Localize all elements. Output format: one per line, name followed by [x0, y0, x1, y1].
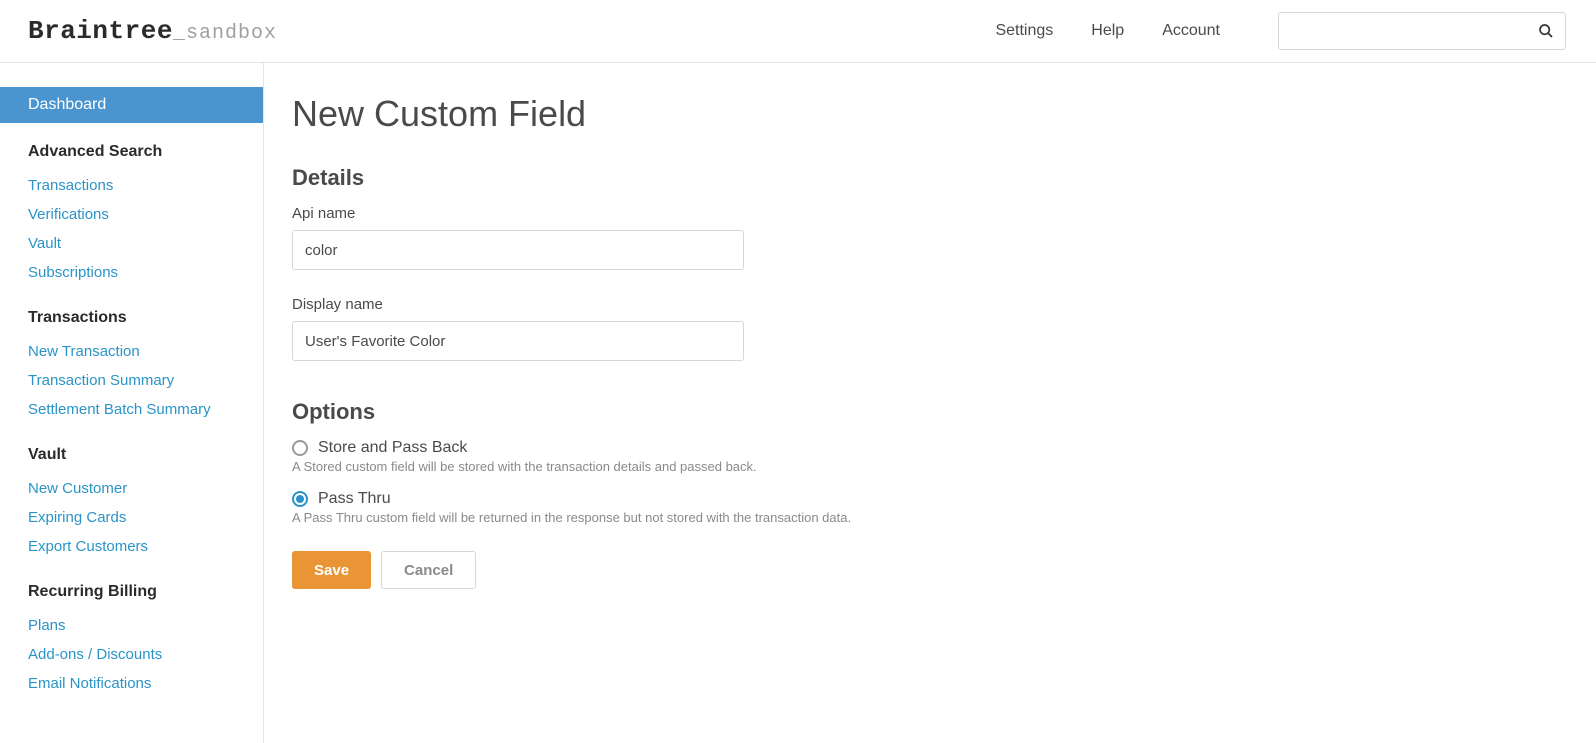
sidebar-item-transactions[interactable]: Transactions — [28, 171, 235, 200]
sidebar-item-transaction-summary[interactable]: Transaction Summary — [28, 366, 235, 395]
sidebar-item-new-customer[interactable]: New Customer — [28, 474, 235, 503]
options-section: Options Store and Pass Back A Stored cus… — [292, 399, 1566, 525]
body-row: Dashboard Advanced Search Transactions V… — [0, 63, 1596, 743]
sidebar-item-vault[interactable]: Vault — [28, 229, 235, 258]
api-name-label: Api name — [292, 205, 1566, 222]
field-display-name: Display name — [292, 296, 1566, 361]
top-nav: Settings Help Account — [995, 12, 1566, 50]
sidebar-group-title: Transactions — [28, 309, 235, 327]
radio-icon[interactable] — [292, 491, 308, 507]
radio-desc-store: A Stored custom field will be stored wit… — [292, 459, 1566, 474]
search-icon[interactable] — [1538, 23, 1554, 39]
radio-label: Pass Thru — [318, 490, 391, 508]
section-details-title: Details — [292, 165, 1566, 191]
display-name-input[interactable] — [292, 321, 744, 361]
sidebar-item-plans[interactable]: Plans — [28, 611, 235, 640]
sidebar: Dashboard Advanced Search Transactions V… — [0, 63, 264, 743]
search-input[interactable] — [1278, 12, 1566, 50]
search-wrap — [1278, 12, 1566, 50]
button-row: Save Cancel — [292, 551, 1566, 589]
sidebar-group-recurring-billing: Recurring Billing Plans Add-ons / Discou… — [0, 583, 263, 698]
section-options-title: Options — [292, 399, 1566, 425]
sidebar-group-title: Recurring Billing — [28, 583, 235, 601]
sidebar-item-export-customers[interactable]: Export Customers — [28, 532, 235, 561]
sidebar-item-email-notifications[interactable]: Email Notifications — [28, 669, 235, 698]
logo[interactable]: Braintree_sandbox — [28, 16, 277, 46]
sidebar-group-advanced-search: Advanced Search Transactions Verificatio… — [0, 143, 263, 287]
radio-desc-passthru: A Pass Thru custom field will be returne… — [292, 510, 1566, 525]
save-button[interactable]: Save — [292, 551, 371, 589]
nav-settings[interactable]: Settings — [995, 22, 1053, 40]
logo-suffix: _sandbox — [173, 22, 277, 45]
radio-store-and-pass-back[interactable]: Store and Pass Back — [292, 439, 1566, 457]
topbar: Braintree_sandbox Settings Help Account — [0, 0, 1596, 63]
sidebar-item-subscriptions[interactable]: Subscriptions — [28, 258, 235, 287]
sidebar-item-settlement-batch-summary[interactable]: Settlement Batch Summary — [28, 395, 235, 424]
radio-icon[interactable] — [292, 440, 308, 456]
sidebar-item-addons-discounts[interactable]: Add-ons / Discounts — [28, 640, 235, 669]
nav-account[interactable]: Account — [1162, 22, 1220, 40]
sidebar-group-transactions: Transactions New Transaction Transaction… — [0, 309, 263, 424]
cancel-button[interactable]: Cancel — [381, 551, 476, 589]
page-title: New Custom Field — [292, 93, 1566, 135]
radio-dot-icon — [296, 495, 304, 503]
sidebar-group-title: Vault — [28, 446, 235, 464]
api-name-input[interactable] — [292, 230, 744, 270]
sidebar-item-dashboard[interactable]: Dashboard — [0, 87, 263, 123]
field-api-name: Api name — [292, 205, 1566, 270]
sidebar-group-vault: Vault New Customer Expiring Cards Export… — [0, 446, 263, 561]
radio-label: Store and Pass Back — [318, 439, 467, 457]
sidebar-group-title: Advanced Search — [28, 143, 235, 161]
radio-pass-thru[interactable]: Pass Thru — [292, 490, 1566, 508]
sidebar-item-expiring-cards[interactable]: Expiring Cards — [28, 503, 235, 532]
nav-help[interactable]: Help — [1091, 22, 1124, 40]
display-name-label: Display name — [292, 296, 1566, 313]
main-content: New Custom Field Details Api name Displa… — [264, 63, 1596, 743]
sidebar-item-verifications[interactable]: Verifications — [28, 200, 235, 229]
sidebar-item-new-transaction[interactable]: New Transaction — [28, 337, 235, 366]
logo-main: Braintree — [28, 16, 173, 46]
